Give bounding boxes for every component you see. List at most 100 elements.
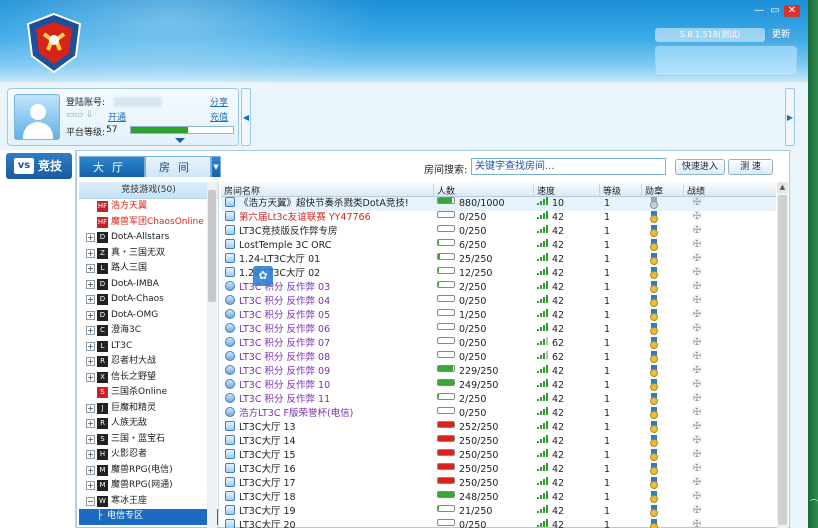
col-record[interactable]: 战绩 [683, 184, 705, 197]
tree-item[interactable]: + R 忍者村大战 [79, 354, 218, 370]
room-row[interactable]: LT3C大厅 16 250/250 42 1 ✠ [221, 463, 776, 477]
tree-item[interactable]: S 三国杀Online [79, 385, 218, 401]
room-speed: 42 [552, 450, 565, 461]
tree-item[interactable]: + J 巨魔和精灵 [79, 401, 218, 417]
tree-item[interactable]: + Z 真・三国无双 [79, 246, 218, 262]
tab-hall[interactable]: 大厅 [79, 156, 145, 177]
tab-room[interactable]: 房间 [145, 156, 211, 177]
tree-item[interactable]: + S 三国・蓝宝石 [79, 432, 218, 448]
tree-header[interactable]: 竞技游戏(50) [79, 182, 218, 199]
col-name[interactable]: 房间名称 [221, 184, 260, 197]
tree-item[interactable]: + D DotA-IMBA [79, 277, 218, 293]
minimize-icon[interactable]: — [752, 5, 766, 17]
room-row[interactable]: LT3C 积分 反作弊 06 0/250 42 1 ✠ [221, 323, 776, 337]
room-row[interactable]: LT3C 积分 反作弊 03 2/250 42 1 ✠ [221, 281, 776, 295]
room-row[interactable]: LT3C大厅 17 250/250 42 1 ✠ [221, 477, 776, 491]
room-row[interactable]: LT3C 积分 反作弊 05 1/250 42 1 ✠ [221, 309, 776, 323]
tree-item[interactable]: + M 魔兽RPG(网通) [79, 478, 218, 494]
tree-scroll-thumb[interactable] [208, 190, 216, 302]
share-link[interactable]: 分享 [210, 95, 228, 108]
room-row[interactable]: LT3C 积分 反作弊 08 0/250 62 1 ✠ [221, 351, 776, 365]
expand-toggle-icon[interactable]: + [86, 264, 95, 273]
open-link[interactable]: 开通 [108, 110, 126, 123]
collapse-right-icon[interactable]: ▶ [785, 88, 795, 146]
expand-toggle-icon[interactable]: + [86, 310, 95, 320]
room-row[interactable]: LT3C大厅 14 250/250 42 1 ✠ [221, 435, 776, 449]
expand-toggle-icon[interactable]: + [86, 450, 95, 459]
expand-toggle-icon[interactable]: − [86, 496, 95, 506]
tree-scrollbar[interactable] [207, 182, 217, 528]
room-scroll-thumb[interactable] [778, 195, 787, 525]
room-row[interactable]: LT3C大厅 13 252/250 42 1 ✠ [221, 421, 776, 435]
room-row[interactable]: 第六届Lt3c友谊联赛 YY47766 0/250 42 1 ✠ [221, 211, 776, 225]
expand-toggle-icon[interactable]: + [86, 326, 95, 335]
competition-button[interactable]: vs 竞技 [6, 153, 72, 179]
update-button[interactable]: 更新 [768, 28, 794, 42]
recharge-link[interactable]: 充值 [210, 110, 228, 123]
tab-dropdown-icon[interactable]: ▼ [211, 156, 221, 177]
expand-toggle-icon[interactable]: + [86, 434, 95, 444]
tree-item[interactable]: HF 魔兽军团ChaosOnline [79, 215, 218, 231]
tree-item[interactable]: + L LT3C [79, 339, 218, 355]
expand-toggle-icon[interactable]: + [86, 357, 95, 366]
room-row[interactable]: 浩方LT3C F版荣誉杯(电信) 0/250 42 1 ✠ [221, 407, 776, 421]
expand-toggle-icon[interactable]: + [86, 341, 95, 351]
col-medal[interactable]: 勋章 [641, 184, 663, 197]
col-speed[interactable]: 速度 [533, 184, 555, 197]
col-people[interactable]: 人数 [433, 184, 455, 197]
quick-join-button[interactable]: 快速进入 [675, 159, 725, 175]
close-icon[interactable]: ✕ [784, 5, 800, 17]
room-row[interactable]: LT3C大厅 15 250/250 42 1 ✠ [221, 449, 776, 463]
avatar[interactable] [14, 94, 60, 140]
tree-item[interactable]: + D DotA-Chaos [79, 292, 218, 308]
collapse-left-icon[interactable]: ◀ [241, 88, 251, 146]
room-row[interactable]: LT3C 积分 反作弊 07 0/250 62 1 ✠ [221, 337, 776, 351]
expand-toggle-icon[interactable]: + [86, 295, 95, 304]
paw-icon[interactable]: ✿ [253, 266, 273, 286]
tree-item[interactable]: ├ 电信专区 [79, 509, 218, 525]
tree-item-label: 魔兽RPG(电信) [111, 464, 173, 475]
room-row[interactable]: LT3C大厅 18 248/250 42 1 ✠ [221, 491, 776, 505]
expand-toggle-icon[interactable]: + [86, 372, 95, 382]
tree-item[interactable]: + M 魔兽RPG(电信) [79, 463, 218, 479]
room-row[interactable]: LT3C 积分 反作弊 04 0/250 42 1 ✠ [221, 295, 776, 309]
room-row[interactable]: LT3C竞技版反作弊专房 0/250 42 1 ✠ [221, 225, 776, 239]
room-row[interactable]: LT3C大厅 20 0/250 42 1 ✠ [221, 519, 776, 528]
expand-toggle-icon[interactable]: + [86, 419, 95, 428]
expand-toggle-icon[interactable]: + [86, 403, 95, 413]
room-row[interactable]: LT3C 积分 反作弊 11 2/250 42 1 ✠ [221, 393, 776, 407]
occupancy-bar [437, 211, 455, 218]
tree-item[interactable]: + X 信长之野望 [79, 370, 218, 386]
expand-toggle-icon[interactable]: + [86, 279, 95, 289]
room-level: 1 [604, 310, 611, 321]
tree-item[interactable]: HF 浩方天翼 [79, 199, 218, 215]
occupancy-fill [438, 436, 454, 441]
room-row[interactable]: 《浩方天翼》超快节奏杀戮类DotA竞技! 880/1000 10 1 ✠ [221, 197, 776, 211]
room-row[interactable]: LT3C大厅 19 21/250 42 1 ✠ [221, 505, 776, 519]
col-level[interactable]: 等级 [599, 184, 621, 197]
room-row[interactable]: LostTemple 3C ORC 6/250 42 1 ✠ [221, 239, 776, 253]
scroll-up-icon[interactable]: ▲ [777, 182, 788, 193]
room-row[interactable]: LT3C 积分 反作弊 10 249/250 42 1 ✠ [221, 379, 776, 393]
room-search-input[interactable]: 关键字查找房间... [471, 158, 666, 175]
tree-item[interactable]: + D DotA-Allstars [79, 230, 218, 246]
expand-arrow-icon[interactable] [175, 138, 185, 143]
tree-item[interactable]: − W 寒冰王座 [79, 494, 218, 510]
expand-toggle-icon[interactable]: + [86, 465, 95, 475]
tree-item[interactable]: + D DotA-OMG [79, 308, 218, 324]
expand-toggle-icon[interactable]: + [86, 233, 95, 242]
restore-icon[interactable]: ▭ [768, 5, 782, 17]
tree-item[interactable]: + L 路人三国 [79, 261, 218, 277]
tree-item[interactable]: + C 澄海3C [79, 323, 218, 339]
room-row[interactable]: 1.24-LT3C大厅 02 12/250 42 1 ✠ [221, 267, 776, 281]
room-row[interactable]: 1.24-LT3C大厅 01 25/250 42 1 ✠ [221, 253, 776, 267]
room-list-scrollbar[interactable]: ▲ [777, 182, 788, 528]
room-row[interactable]: LT3C 积分 反作弊 09 229/250 42 1 ✠ [221, 365, 776, 379]
expand-toggle-icon[interactable]: + [86, 248, 95, 258]
speed-test-button[interactable]: 测 速 [728, 159, 773, 175]
room-people: 0/250 [459, 324, 487, 335]
tree-item[interactable]: + H 火影忍者 [79, 447, 218, 463]
banner-ad-slot[interactable] [655, 46, 797, 76]
tree-item[interactable]: + R 人族无敌 [79, 416, 218, 432]
expand-toggle-icon[interactable]: + [86, 481, 95, 490]
